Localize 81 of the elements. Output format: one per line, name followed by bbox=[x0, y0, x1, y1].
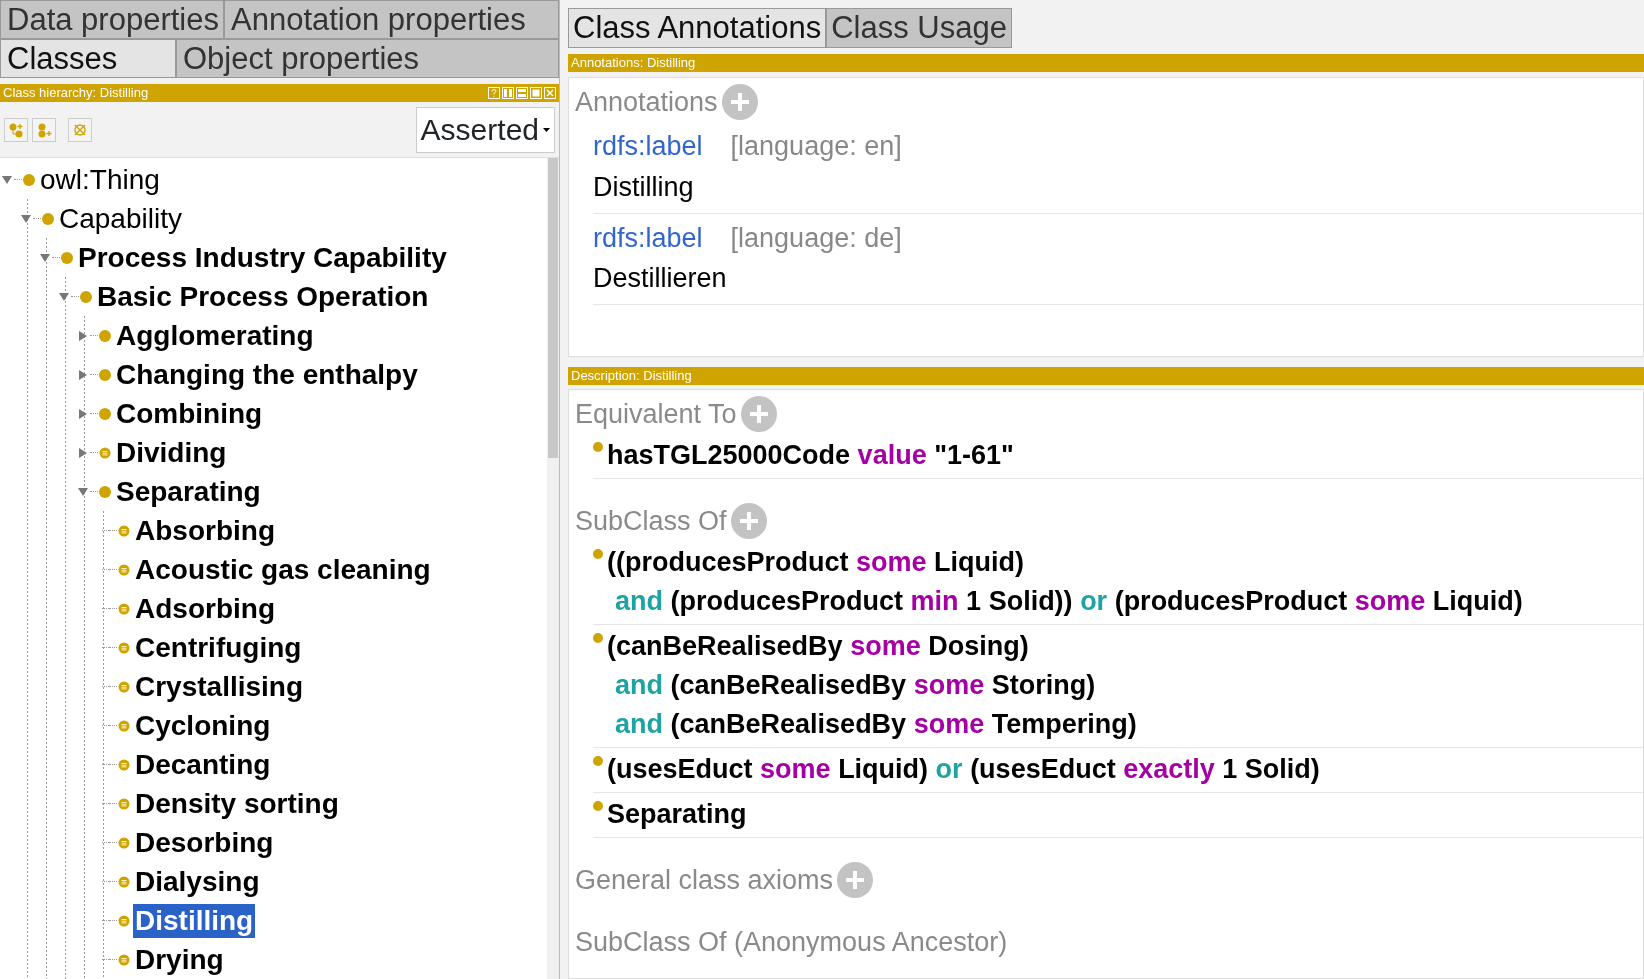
delete-icon bbox=[72, 121, 88, 138]
caret-icon bbox=[543, 127, 550, 132]
tree-item[interactable]: Dialysing bbox=[133, 864, 262, 899]
expand-toggle-icon[interactable] bbox=[79, 408, 87, 419]
axiom-text[interactable]: and (canBeRealisedBy some Storing) bbox=[607, 666, 1137, 705]
tab[interactable]: Class Usage bbox=[826, 8, 1012, 48]
panel-title: Class hierarchy: Distilling bbox=[3, 84, 149, 102]
axiom-text[interactable]: ((producesProduct some Liquid) bbox=[607, 543, 1523, 582]
add-icon[interactable] bbox=[836, 861, 875, 899]
axiom-icon bbox=[593, 633, 603, 643]
add-subclass-button[interactable] bbox=[4, 117, 28, 142]
tree-item[interactable]: Agglomerating bbox=[114, 318, 316, 353]
collapse-toggle-icon[interactable] bbox=[40, 253, 50, 262]
panel-title: Annotations: Distilling bbox=[571, 54, 696, 72]
collapse-toggle-icon[interactable] bbox=[59, 292, 69, 301]
add-icon[interactable] bbox=[720, 83, 759, 121]
help-icon[interactable] bbox=[488, 87, 500, 99]
section-title: Annotations bbox=[575, 86, 718, 119]
language-tag: [language: de] bbox=[730, 222, 902, 253]
tree-item[interactable]: Drying bbox=[133, 942, 226, 977]
tab[interactable]: Object properties bbox=[176, 39, 559, 78]
split-vertical-icon[interactable] bbox=[502, 87, 514, 99]
tab[interactable]: Class Annotations bbox=[568, 8, 827, 48]
tree-item[interactable]: Capability bbox=[57, 201, 184, 236]
tree-item[interactable]: Centrifuging bbox=[133, 630, 304, 665]
section-title: SubClass Of bbox=[575, 505, 727, 538]
collapse-toggle-icon[interactable] bbox=[2, 175, 12, 184]
tab[interactable]: Annotation properties bbox=[224, 0, 559, 39]
add-sibling-icon bbox=[36, 121, 52, 138]
annotation-property[interactable]: rdfs:label bbox=[593, 222, 703, 253]
add-subclass-icon bbox=[8, 121, 24, 138]
add-icon[interactable] bbox=[729, 502, 768, 540]
tree-item[interactable]: Acoustic gas cleaning bbox=[133, 552, 433, 587]
tree-item[interactable]: Density sorting bbox=[133, 786, 341, 821]
axiom-icon bbox=[593, 801, 603, 811]
collapse-toggle-icon[interactable] bbox=[21, 214, 31, 223]
maximize-icon[interactable] bbox=[530, 87, 542, 99]
add-icon[interactable] bbox=[739, 395, 778, 433]
tree-item[interactable]: Absorbing bbox=[133, 513, 277, 548]
axiom-text[interactable]: Separating bbox=[607, 795, 747, 834]
delete-button[interactable] bbox=[68, 117, 92, 142]
expand-toggle-icon[interactable] bbox=[79, 369, 87, 380]
split-horizontal-icon[interactable] bbox=[516, 87, 528, 99]
close-icon[interactable] bbox=[544, 87, 556, 99]
annotation-value: Distilling bbox=[593, 170, 695, 204]
section-title: SubClass Of (Anonymous Ancestor) bbox=[575, 926, 1009, 959]
tree-item[interactable]: Basic Process Operation bbox=[95, 279, 431, 314]
tree-item[interactable]: Changing the enthalpy bbox=[114, 357, 420, 392]
tree-item[interactable]: Separating bbox=[114, 474, 263, 509]
tree-item[interactable]: Adsorbing bbox=[133, 591, 277, 626]
annotation-value: Destillieren bbox=[593, 262, 728, 295]
expand-toggle-icon[interactable] bbox=[79, 447, 87, 458]
tree-item[interactable]: owl:Thing bbox=[38, 162, 162, 197]
tree-item[interactable]: Decanting bbox=[133, 747, 273, 782]
axiom-text[interactable]: and (canBeRealisedBy some Tempering) bbox=[607, 705, 1137, 744]
tab[interactable]: Classes bbox=[0, 39, 176, 78]
axiom-icon bbox=[593, 442, 603, 452]
tree-item[interactable]: Combining bbox=[114, 396, 265, 431]
axiom-icon bbox=[593, 756, 603, 766]
axiom-text[interactable]: (usesEduct some Liquid) or (usesEduct exactly 1 Solid) bbox=[607, 750, 1320, 789]
axiom-text[interactable]: (canBeRealisedBy some Dosing) bbox=[607, 627, 1137, 666]
collapse-toggle-icon[interactable] bbox=[78, 487, 88, 496]
annotation-property[interactable]: rdfs:label bbox=[593, 131, 703, 161]
view-mode-dropdown[interactable]: Asserted bbox=[415, 106, 555, 153]
tree-item[interactable]: Cycloning bbox=[133, 708, 273, 743]
section-title: General class axioms bbox=[575, 864, 834, 897]
panel-title: Description: Distilling bbox=[571, 367, 692, 385]
tree-item[interactable]: Distilling bbox=[133, 903, 256, 938]
axiom-icon bbox=[593, 549, 603, 559]
tab[interactable]: Data properties bbox=[0, 0, 224, 39]
add-sibling-button[interactable] bbox=[32, 117, 56, 142]
axiom-text[interactable]: hasTGL25000Code value "1-61" bbox=[607, 436, 1014, 475]
tree-item[interactable]: Desorbing bbox=[133, 825, 276, 860]
axiom-text[interactable]: and (producesProduct min 1 Solid)) or (producesProduct some Liquid) bbox=[607, 582, 1523, 621]
tree-item[interactable]: Crystallising bbox=[133, 669, 306, 704]
scrollbar[interactable] bbox=[547, 158, 559, 979]
section-title: Equivalent To bbox=[575, 398, 737, 431]
expand-toggle-icon[interactable] bbox=[79, 330, 87, 341]
tree-item[interactable]: Process Industry Capability bbox=[76, 240, 449, 275]
language-tag: [language: en] bbox=[730, 131, 902, 161]
tree-item[interactable]: Dividing bbox=[114, 435, 229, 470]
